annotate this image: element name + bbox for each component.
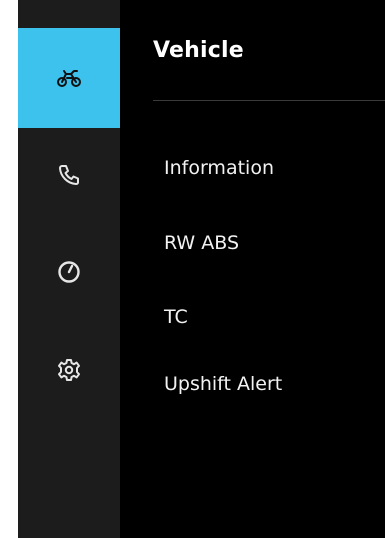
gear-icon [56,357,82,383]
page-title: Vehicle [153,38,244,63]
menu-item-information[interactable]: Information [164,157,274,179]
gauge-icon [56,259,82,285]
side-rail [18,0,120,538]
rail-item-vehicle[interactable] [18,28,120,128]
rail-item-trip[interactable] [18,222,120,322]
app-frame: Vehicle Information RW ABS TC Upshift Al… [18,0,385,538]
menu-item-tc[interactable]: TC [164,306,188,328]
menu-item-upshift-alert[interactable]: Upshift Alert [164,373,282,395]
menu-item-rw-abs[interactable]: RW ABS [164,232,239,254]
phone-icon [56,162,82,188]
rail-item-phone[interactable] [18,125,120,225]
motorcycle-icon [56,65,82,91]
content-panel: Vehicle Information RW ABS TC Upshift Al… [120,0,385,538]
rail-item-settings[interactable] [18,320,120,420]
title-divider [153,100,385,101]
